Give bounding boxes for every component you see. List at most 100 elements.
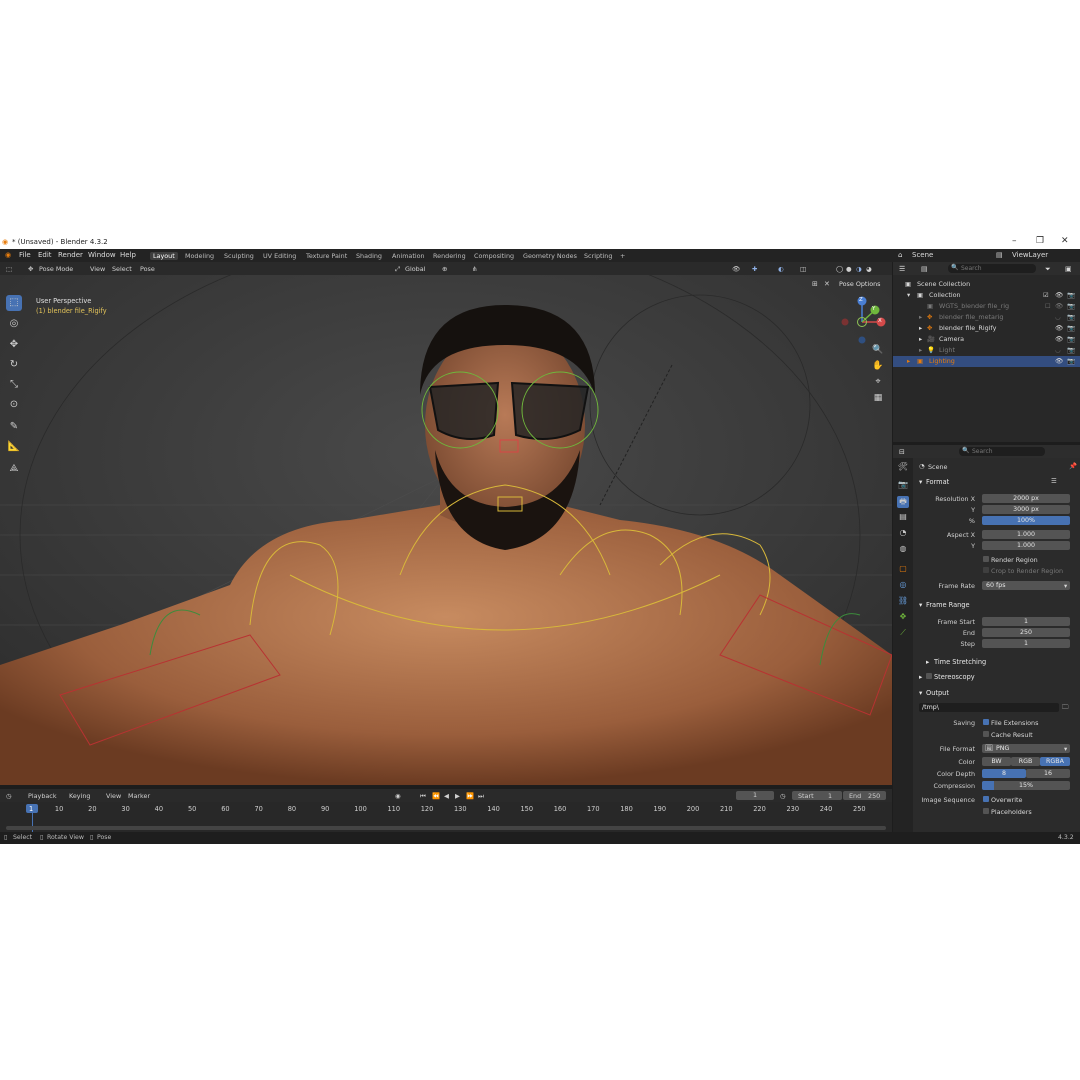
jump-key-forward-icon[interactable]: ⏩ [466,792,474,800]
physics-tab-icon[interactable]: ◎ [897,580,909,592]
sidebar-toggle-icon[interactable]: ⊞ [812,280,818,288]
zoom-icon[interactable]: 🔍 [871,345,885,359]
output-section-header[interactable]: ▾ [919,689,922,697]
compression-slider[interactable]: 15% [982,781,1070,790]
xray-icon[interactable]: ◫ [800,265,806,273]
outliner-row[interactable]: ▸ 💡 Light ◡ 📷 [893,345,1080,356]
file-extensions-checkbox[interactable] [983,719,989,725]
menu-help[interactable]: Help [120,251,136,259]
checkbox-icon[interactable]: ☑ [1043,291,1049,299]
render-tab-icon[interactable]: 📷 [897,480,909,492]
blender-menu-icon[interactable]: ◉ [5,251,11,259]
preview-range-icon[interactable]: ◷ [780,792,786,800]
pose-tool-icon[interactable]: ⟁ [6,461,22,477]
shading-rendered-icon[interactable]: ◕ [866,265,872,273]
tab-sculpting[interactable]: Sculpting [221,252,257,260]
view-layer-icon[interactable]: ▤ [996,251,1003,259]
auto-key-icon[interactable]: ◉ [395,792,401,800]
world-tab-icon[interactable]: ◍ [897,544,909,556]
timeline-menu-view[interactable]: View [106,792,121,800]
menu-render[interactable]: Render [58,251,83,259]
annotate-tool-icon[interactable]: ✎ [6,419,22,435]
tool-tab-icon[interactable]: 🛠 [897,462,909,474]
shading-material-icon[interactable]: ◑ [856,265,862,273]
outliner-editor-icon[interactable]: ☰ [899,265,905,273]
menu-window[interactable]: Window [88,251,116,259]
pose-options-dropdown[interactable]: Pose Options [839,280,881,288]
camera-icon[interactable]: 📷 [1067,313,1075,321]
overwrite-checkbox[interactable] [983,796,989,802]
constraints-tab-icon[interactable]: ⛓ [897,596,909,608]
eye-closed-icon[interactable]: ◡ [1055,346,1061,354]
timeline-menu-marker[interactable]: Marker [128,792,150,800]
tab-shading[interactable]: Shading [353,252,385,260]
list-icon[interactable]: ☰ [1051,477,1057,485]
tab-geometry-nodes[interactable]: Geometry Nodes [520,252,580,260]
eye-icon[interactable]: 👁 [1055,302,1063,310]
frame-range-section-header[interactable]: ▾ [919,601,922,609]
resolution-x-field[interactable]: 2000 px [982,494,1070,503]
rotate-tool-icon[interactable]: ↻ [6,357,22,373]
eye-icon[interactable]: 👁 [1055,357,1063,365]
menu-edit[interactable]: Edit [38,251,52,259]
expand-icon[interactable]: ▸ [907,357,910,365]
editor-type-icon[interactable]: ⬚ [6,265,12,273]
eye-icon[interactable]: 👁 [1055,335,1063,343]
scene-icon[interactable]: ⌂ [898,251,902,259]
shading-solid-icon[interactable]: ● [846,265,852,273]
new-collection-icon[interactable]: ▣ [1065,265,1072,273]
viewport-menu-view[interactable]: View [90,265,105,273]
tab-compositing[interactable]: Compositing [471,252,517,260]
frame-step-field[interactable]: 1 [982,639,1070,648]
aspect-x-field[interactable]: 1.000 [982,530,1070,539]
color-depth-8-button[interactable]: 8 [982,769,1026,778]
placeholders-checkbox[interactable] [983,808,989,814]
3d-viewport[interactable]: Z X Y User Perspective (1) blender file_… [0,275,892,785]
resolution-pct-field[interactable]: 100% [982,516,1070,525]
pan-hand-icon[interactable]: ✋ [871,361,885,375]
shading-wire-icon[interactable]: ◯ [836,265,843,273]
overlay-toggle-icon[interactable]: ◐ [778,265,784,273]
format-section-header[interactable]: ▾ [919,478,922,486]
add-workspace-button[interactable]: + [617,252,628,260]
jump-key-back-icon[interactable]: ⏪ [432,792,440,800]
timeline-scrollbar[interactable] [6,826,886,830]
outliner-row[interactable]: ▣ Scene Collection [893,279,1080,290]
current-frame-field[interactable]: 1 [736,791,774,800]
frame-end-field[interactable]: 250 [982,628,1070,637]
camera-icon[interactable]: 📷 [1067,291,1075,299]
time-stretching-header[interactable]: ▸ [926,658,929,666]
eye-icon[interactable]: 👁 [1055,291,1063,299]
properties-search-input[interactable]: 🔍 Search [959,447,1045,456]
maximize-icon[interactable]: ❐ [1036,236,1044,246]
outliner-search-input[interactable]: 🔍 Search [948,264,1036,273]
tab-uv-editing[interactable]: UV Editing [260,252,299,260]
minimize-icon[interactable]: – [1012,236,1017,246]
timeline-editor-icon[interactable]: ◷ [6,792,12,800]
outliner-row[interactable]: ▾ ▣ Collection ☑ 👁 📷 [893,290,1080,301]
expand-icon[interactable]: ▸ [919,313,922,321]
transform-orientation[interactable]: Global [405,265,425,273]
cursor-tool-icon[interactable]: ◎ [6,316,22,332]
file-format-dropdown[interactable]: PNG [982,744,1070,753]
timeline-menu-keying[interactable]: Keying [69,792,90,800]
pin-icon[interactable]: 📌 [1069,462,1077,470]
play-reverse-icon[interactable]: ◀ [444,792,449,800]
camera-icon[interactable]: 📷 [1067,346,1075,354]
folder-icon[interactable]: 🗀 [1062,703,1068,714]
gizmo-toggle-icon[interactable]: ✚ [752,265,757,273]
camera-view-icon[interactable]: ⌖ [871,377,885,391]
color-rgb-button[interactable]: RGB [1011,757,1040,766]
scale-tool-icon[interactable]: ⤡ [6,377,22,393]
outliner-row[interactable]: ▸ ✥ blender file_Rigify 👁 📷 [893,323,1080,334]
color-bw-button[interactable]: BW [982,757,1011,766]
eye-icon[interactable]: 👁 [1055,324,1063,332]
output-path-input[interactable]: /tmp\ [919,703,1059,712]
timeline-menu-playback[interactable]: Playback [28,792,57,800]
color-depth-16-button[interactable]: 16 [1026,769,1070,778]
scene-tab-icon[interactable]: ◔ [897,528,909,540]
outliner-row[interactable]: ▸ 🎥 Camera 👁 📷 [893,334,1080,345]
tab-modeling[interactable]: Modeling [182,252,217,260]
render-region-checkbox[interactable] [983,556,989,562]
output-tab-icon[interactable]: 🖶 [897,496,909,508]
